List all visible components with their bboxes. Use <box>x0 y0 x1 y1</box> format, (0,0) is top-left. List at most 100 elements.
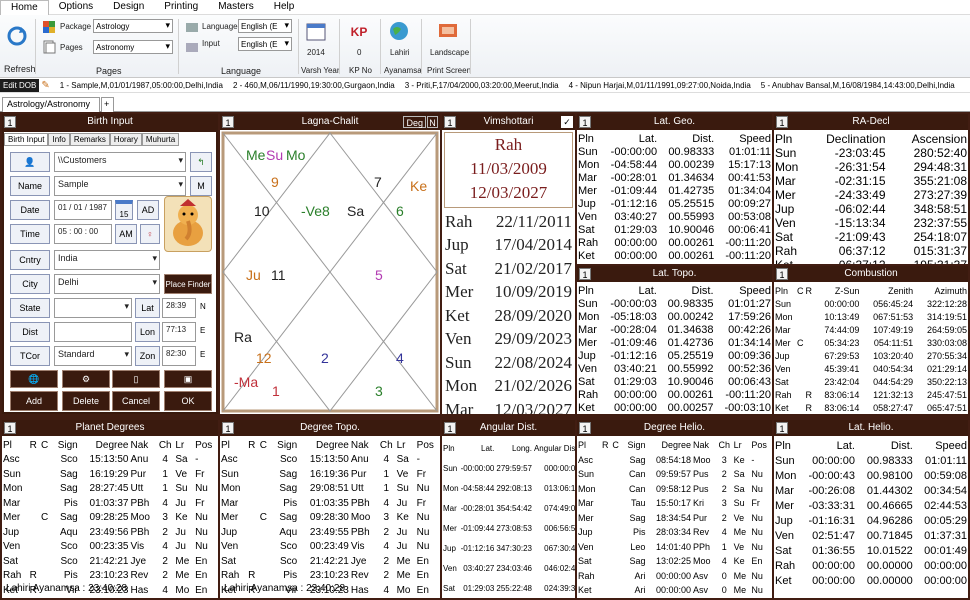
menu-home[interactable]: Home <box>0 0 49 15</box>
zon-direction[interactable]: E <box>200 350 205 359</box>
table-row[interactable]: Ket 00:00:00 00.00257 -00:03:10 <box>577 401 772 414</box>
landscape-icon[interactable] <box>438 21 458 39</box>
table-row[interactable]: Mar -00:28:01 01.34634 00:41:53 <box>577 171 772 184</box>
recent-item-4[interactable]: 4 - Nipun Harjai,M,01/11/1991,09:27:00,N… <box>569 81 751 90</box>
panel-number[interactable]: 1 <box>4 116 16 128</box>
input-select[interactable]: English (E <box>238 37 292 51</box>
table-row[interactable]: Mon -00:00:43 00.98100 00:59:08 <box>774 468 968 483</box>
recent-item-5[interactable]: 5 - Anubhav Bansal,M,16/08/1984,14:43:00… <box>761 81 955 90</box>
table-row[interactable]: Mon -26:31:54 294:48:31 <box>774 160 968 174</box>
menu-options[interactable]: Options <box>49 0 103 15</box>
table-row[interactable]: Sat 01:36:55 10.01522 00:01:49 <box>774 543 968 558</box>
table-row[interactable]: Jup 67:29:53 103:20:40 270:55:34 <box>774 349 968 362</box>
package-select[interactable]: Astrology <box>93 19 173 33</box>
table-row[interactable]: Mar Pis 01:03:35 PBh 4 Ju Fr <box>220 496 440 511</box>
time-input[interactable]: 05 : 00 : 00 <box>54 224 112 244</box>
table-row[interactable]: Sat Sco 21:42:21 Jye 2 Me En <box>2 554 218 569</box>
tcor-select[interactable]: Standard <box>54 346 132 366</box>
table-row[interactable]: Rah Ari 00:00:00 Asv 0 Me Nu <box>577 569 772 584</box>
panel-number[interactable]: 1 <box>222 116 234 128</box>
panel-number[interactable]: 1 <box>444 116 456 128</box>
city-select[interactable]: Delhi <box>54 274 160 294</box>
panel-number[interactable]: 1 <box>4 422 16 434</box>
table-row[interactable]: Sun 00:00:00 00.98333 01:01:11 <box>774 453 968 468</box>
zon-input[interactable]: 82:30 <box>162 346 196 366</box>
table-row[interactable]: Sat Sco 21:42:21 Jye 2 Me En <box>220 554 440 569</box>
table-row[interactable]: Ven 03:40:27234:03:46 046:02:44 <box>442 558 575 578</box>
table-row[interactable]: Mon -05:18:03 00.00242 17:59:26 <box>577 310 772 323</box>
add-button[interactable]: Add <box>10 391 58 411</box>
n-toggle[interactable]: N <box>427 116 438 128</box>
table-row[interactable]: Sun -00:00:00 00.98333 01:01:11 <box>577 145 772 158</box>
table-row[interactable]: Asc Sag 08:54:18 Moo 3 Ke - <box>577 453 772 468</box>
table-row[interactable]: Sat 01:29:03255:22:48 024:39:39 <box>442 578 575 598</box>
dasha-row[interactable]: Sat 21/02/2017 <box>444 257 573 281</box>
dasha-row[interactable]: Mar 12/03/2027 <box>444 398 573 414</box>
dasha-row[interactable]: Mon 21/02/2026 <box>444 375 573 399</box>
table-row[interactable]: Ket 00:00:00 00.00261 -00:11:20 <box>577 249 772 262</box>
table-row[interactable]: Mon -04:58:44 00.00239 15:17:13 <box>577 158 772 171</box>
table-row[interactable]: Mon Sag 29:08:51 Utt 1 Su Nu <box>220 482 440 497</box>
table-row[interactable]: Mar -00:26:08 01.44302 00:34:54 <box>774 483 968 498</box>
state-select[interactable] <box>54 298 132 318</box>
go-back-icon[interactable]: ↰ <box>190 152 212 172</box>
tab-muhurta[interactable]: Muhurta <box>141 133 180 146</box>
refresh-icon[interactable] <box>6 25 28 47</box>
pencil-icon[interactable]: ✎ <box>41 80 49 91</box>
recent-item-1[interactable]: 1 - Sample,M,01/01/1987,05:00:00,Delhi,I… <box>60 81 223 90</box>
calendar-picker-icon[interactable]: 15 <box>115 200 133 220</box>
dasha-row[interactable]: Rah 22/11/2011 <box>444 210 573 234</box>
table-row[interactable]: Ven Leo 14:01:40 PPh 1 Ve Nu <box>577 540 772 555</box>
table-row[interactable]: Sat 01:29:03 10.90046 00:06:41 <box>577 223 772 236</box>
table-row[interactable]: Mer -24:33:49 273:27:39 <box>774 188 968 202</box>
table-row[interactable]: Sun Sag 16:19:36 Pur 1 Ve Fr <box>220 467 440 482</box>
table-row[interactable]: Mer-01:09:44273:08:53 006:56:55 <box>442 518 575 538</box>
table-row[interactable]: Ket Ari 00:00:00 Asv 0 Me Nu <box>577 583 772 598</box>
table-row[interactable]: Mar Tau 15:50:17 Kri 3 Su Fr <box>577 496 772 511</box>
table-row[interactable]: Rah 00:00:00 00.00261 -00:11:20 <box>577 388 772 401</box>
date-input[interactable]: 01 / 01 / 1987 <box>54 200 112 220</box>
person-icon[interactable]: ♀ <box>140 224 160 244</box>
table-row[interactable]: Sun -23:03:45 280:52:40 <box>774 146 968 160</box>
lat-input[interactable]: 28:39 <box>162 298 196 318</box>
tab-birth-input[interactable]: Birth Input <box>4 133 49 146</box>
table-row[interactable]: Ven Sco 00:23:35 Vis 4 Ju Nu <box>2 540 218 555</box>
panel-number[interactable]: 1 <box>776 268 788 280</box>
calendar-icon[interactable] <box>306 21 326 41</box>
table-row[interactable]: Jup -01:12:16347:30:23 067:30:45 <box>442 538 575 558</box>
table-row[interactable]: Sat Sag 13:02:25 Moo 4 Ke En <box>577 554 772 569</box>
table-row[interactable]: Rah R Pis 23:10:23 Rev 2 Me En <box>2 569 218 584</box>
lat-direction[interactable]: N <box>200 302 206 311</box>
save-button-icon[interactable]: ▣ <box>164 370 212 388</box>
lon-direction[interactable]: E <box>200 326 205 335</box>
new-file-button-icon[interactable]: ▯ <box>112 370 160 388</box>
tab-info[interactable]: Info <box>48 133 70 146</box>
table-row[interactable]: Rah R Pis 23:10:23 Rev 2 Me En <box>220 569 440 584</box>
dist-input[interactable] <box>54 322 132 342</box>
panel-number[interactable]: 1 <box>579 422 591 434</box>
table-row[interactable]: Mer -01:09:46 01.42736 01:34:14 <box>577 336 772 349</box>
table-row[interactable]: Mer -03:33:31 00.46665 02:44:53 <box>774 498 968 513</box>
check-icon[interactable]: ✓ <box>561 116 573 128</box>
table-row[interactable]: Rah 00:00:00 00.00261 -00:11:20 <box>577 236 772 249</box>
table-row[interactable]: Ket R 83:06:14 058:27:47 065:47:51 <box>774 401 968 414</box>
menu-masters[interactable]: Masters <box>208 0 264 15</box>
table-row[interactable]: Ven Sco 00:23:49 Vis 4 Ju Nu <box>220 540 440 555</box>
panel-number[interactable]: 1 <box>579 116 591 128</box>
table-row[interactable]: Asc Sco 15:13:50 Anu 4 Sa - <box>220 453 440 468</box>
panel-number[interactable]: 1 <box>444 422 456 434</box>
table-row[interactable]: Ven 02:51:47 00.71845 01:37:31 <box>774 528 968 543</box>
table-row[interactable]: Mer C Sag 09:28:30 Moo 3 Ke Nu <box>220 511 440 526</box>
deg-toggle[interactable]: Deg <box>403 116 426 128</box>
table-row[interactable]: Sun-00:00:00279:59:57 000:00:00 <box>442 458 575 478</box>
recent-item-3[interactable]: 3 - Priti,F,17/04/2000,03:20:00,Meerut,I… <box>405 81 559 90</box>
settings-button-icon[interactable]: ⚙ <box>62 370 110 388</box>
table-row[interactable]: Jup -01:12:16 05.25519 00:09:36 <box>577 349 772 362</box>
panel-number[interactable]: 1 <box>776 422 788 434</box>
table-row[interactable]: Mon Sag 28:27:45 Utt 1 Su Nu <box>2 482 218 497</box>
table-row[interactable]: Mer Sag 18:34:54 Pur 2 Ve Nu <box>577 511 772 526</box>
dasha-row[interactable]: Jup 17/04/2014 <box>444 234 573 258</box>
table-row[interactable]: Sun Sag 16:19:29 Pur 1 Ve Fr <box>2 467 218 482</box>
table-row[interactable]: Ket-06:37:12195:31:37 <box>774 258 968 264</box>
tab-remarks[interactable]: Remarks <box>69 133 110 146</box>
